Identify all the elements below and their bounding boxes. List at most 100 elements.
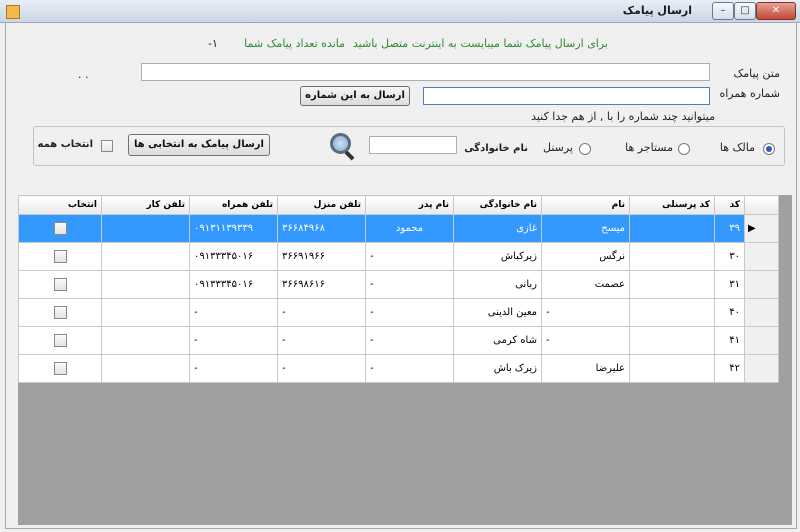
cell-personnel[interactable] (629, 326, 715, 355)
cell-personnel[interactable] (629, 242, 715, 271)
row-selector-arrow-icon[interactable]: ▶ (744, 214, 779, 243)
staff-radio[interactable] (579, 143, 591, 155)
cell-code[interactable]: ۳۰ (714, 242, 745, 271)
cell-work-phone[interactable] (101, 326, 190, 355)
table-row[interactable]: ۴۰ - معین الدینی - - - (18, 298, 779, 327)
cell-code[interactable]: ۴۰ (714, 298, 745, 327)
col-header-mobile[interactable]: تلفن همراه (189, 195, 278, 215)
cell-home-phone[interactable]: ۳۶۶۸۴۹۶۸ (277, 214, 366, 243)
cell-work-phone[interactable] (101, 298, 190, 327)
cell-name[interactable]: نرگس (541, 242, 630, 271)
cell-mobile[interactable]: - (189, 354, 278, 383)
maximize-button[interactable]: □ (734, 2, 756, 20)
cell-select[interactable] (18, 270, 102, 299)
cell-father[interactable]: - (365, 354, 454, 383)
cell-family[interactable]: زیرک باش (453, 354, 542, 383)
table-row[interactable]: ۳۱ عصمت ربانی - ۳۶۶۹۸۶۱۶ ۰۹۱۳۳۳۴۵۰۱۶ (18, 270, 779, 299)
cell-home-phone[interactable]: - (277, 298, 366, 327)
cell-family[interactable]: معین الدینی (453, 298, 542, 327)
title-bar: ارسال پیامک – □ ✕ (0, 0, 800, 23)
cell-work-phone[interactable] (101, 354, 190, 383)
row-selector[interactable] (744, 270, 779, 299)
cell-father[interactable]: - (365, 270, 454, 299)
col-header-select[interactable]: انتخاب (18, 195, 102, 215)
cell-personnel[interactable] (629, 214, 715, 243)
col-header-home-phone[interactable]: تلفن منزل (277, 195, 366, 215)
row-checkbox[interactable] (53, 222, 67, 235)
table-row[interactable]: ۴۱ - شاه کرمی - - - (18, 326, 779, 355)
row-checkbox[interactable] (53, 306, 67, 319)
cell-personnel[interactable] (629, 354, 715, 383)
staff-radio-label[interactable]: پرسنل (543, 141, 573, 154)
select-all-checkbox[interactable] (101, 140, 113, 152)
cell-mobile[interactable]: - (189, 326, 278, 355)
cell-select[interactable] (18, 242, 102, 271)
row-selector[interactable] (744, 298, 779, 327)
row-checkbox[interactable] (53, 334, 67, 347)
owners-radio-label[interactable]: مالک ها (720, 141, 755, 154)
cell-home-phone[interactable]: - (277, 354, 366, 383)
message-input[interactable] (141, 63, 710, 81)
cell-name[interactable]: میسح (541, 214, 630, 243)
cell-select[interactable] (18, 326, 102, 355)
cell-family[interactable]: زیرکباش (453, 242, 542, 271)
table-row[interactable]: ۳۰ نرگس زیرکباش - ۳۶۶۹۱۹۶۶ ۰۹۱۳۳۳۴۵۰۱۶ (18, 242, 779, 271)
cell-work-phone[interactable] (101, 242, 190, 271)
family-name-label: نام خانوادگی (464, 143, 528, 154)
close-button[interactable]: ✕ (756, 2, 796, 20)
cell-mobile[interactable]: ۰۹۱۳۱۱۳۹۳۳۹ (189, 214, 278, 243)
cell-home-phone[interactable]: ۳۶۶۹۱۹۶۶ (277, 242, 366, 271)
phone-input[interactable] (423, 87, 710, 105)
cell-name[interactable]: عصمت (541, 270, 630, 299)
row-checkbox[interactable] (53, 362, 67, 375)
cell-select[interactable] (18, 354, 102, 383)
cell-mobile[interactable]: ۰۹۱۳۳۳۴۵۰۱۶ (189, 270, 278, 299)
cell-family[interactable]: شاه کرمی (453, 326, 542, 355)
cell-personnel[interactable] (629, 298, 715, 327)
cell-mobile[interactable]: - (189, 298, 278, 327)
cell-name[interactable]: - (541, 326, 630, 355)
cell-family[interactable]: غازی (453, 214, 542, 243)
cell-work-phone[interactable] (101, 214, 190, 243)
row-selector[interactable] (744, 354, 779, 383)
col-header-code[interactable]: کد (714, 195, 745, 215)
owners-radio[interactable] (763, 143, 775, 155)
send-to-this-number-button[interactable]: ارسال به این شماره (300, 86, 410, 106)
cell-code[interactable]: ۴۱ (714, 326, 745, 355)
cell-father[interactable]: - (365, 326, 454, 355)
tenants-radio[interactable] (678, 143, 690, 155)
col-header-personnel-code[interactable]: کد پرسنلی (629, 195, 715, 215)
row-selector[interactable] (744, 242, 779, 271)
col-header-father[interactable]: نام پدر (365, 195, 454, 215)
cell-father[interactable]: - (365, 298, 454, 327)
row-selector[interactable] (744, 326, 779, 355)
col-header-work-phone[interactable]: تلفن کار (101, 195, 190, 215)
row-header-corner (744, 195, 779, 215)
family-name-input[interactable] (369, 136, 457, 154)
cell-name[interactable]: علیرضا (541, 354, 630, 383)
search-icon[interactable] (330, 133, 356, 161)
cell-home-phone[interactable]: - (277, 326, 366, 355)
cell-code[interactable]: ۴۲ (714, 354, 745, 383)
cell-name[interactable]: - (541, 298, 630, 327)
col-header-family[interactable]: نام خانوادگی (453, 195, 542, 215)
cell-father[interactable]: - (365, 242, 454, 271)
tenants-radio-label[interactable]: مستاجر ها (625, 141, 673, 154)
cell-code[interactable]: ۳۹ (714, 214, 745, 243)
cell-father[interactable]: محمود (365, 214, 454, 243)
cell-select[interactable] (18, 298, 102, 327)
send-to-selected-button[interactable]: ارسال پیامک به انتخابی ها (128, 134, 270, 156)
table-row[interactable]: ۴۲ علیرضا زیرک باش - - - (18, 354, 779, 383)
cell-select[interactable] (18, 214, 102, 243)
cell-family[interactable]: ربانی (453, 270, 542, 299)
cell-mobile[interactable]: ۰۹۱۳۳۳۴۵۰۱۶ (189, 242, 278, 271)
row-checkbox[interactable] (53, 278, 67, 291)
col-header-name[interactable]: نام (541, 195, 630, 215)
table-row[interactable]: ▶ ۳۹ میسح غازی محمود ۳۶۶۸۴۹۶۸ ۰۹۱۳۱۱۳۹۳۳… (18, 214, 779, 243)
row-checkbox[interactable] (53, 250, 67, 263)
cell-work-phone[interactable] (101, 270, 190, 299)
minimize-button[interactable]: – (712, 2, 734, 20)
cell-code[interactable]: ۳۱ (714, 270, 745, 299)
cell-personnel[interactable] (629, 270, 715, 299)
cell-home-phone[interactable]: ۳۶۶۹۸۶۱۶ (277, 270, 366, 299)
